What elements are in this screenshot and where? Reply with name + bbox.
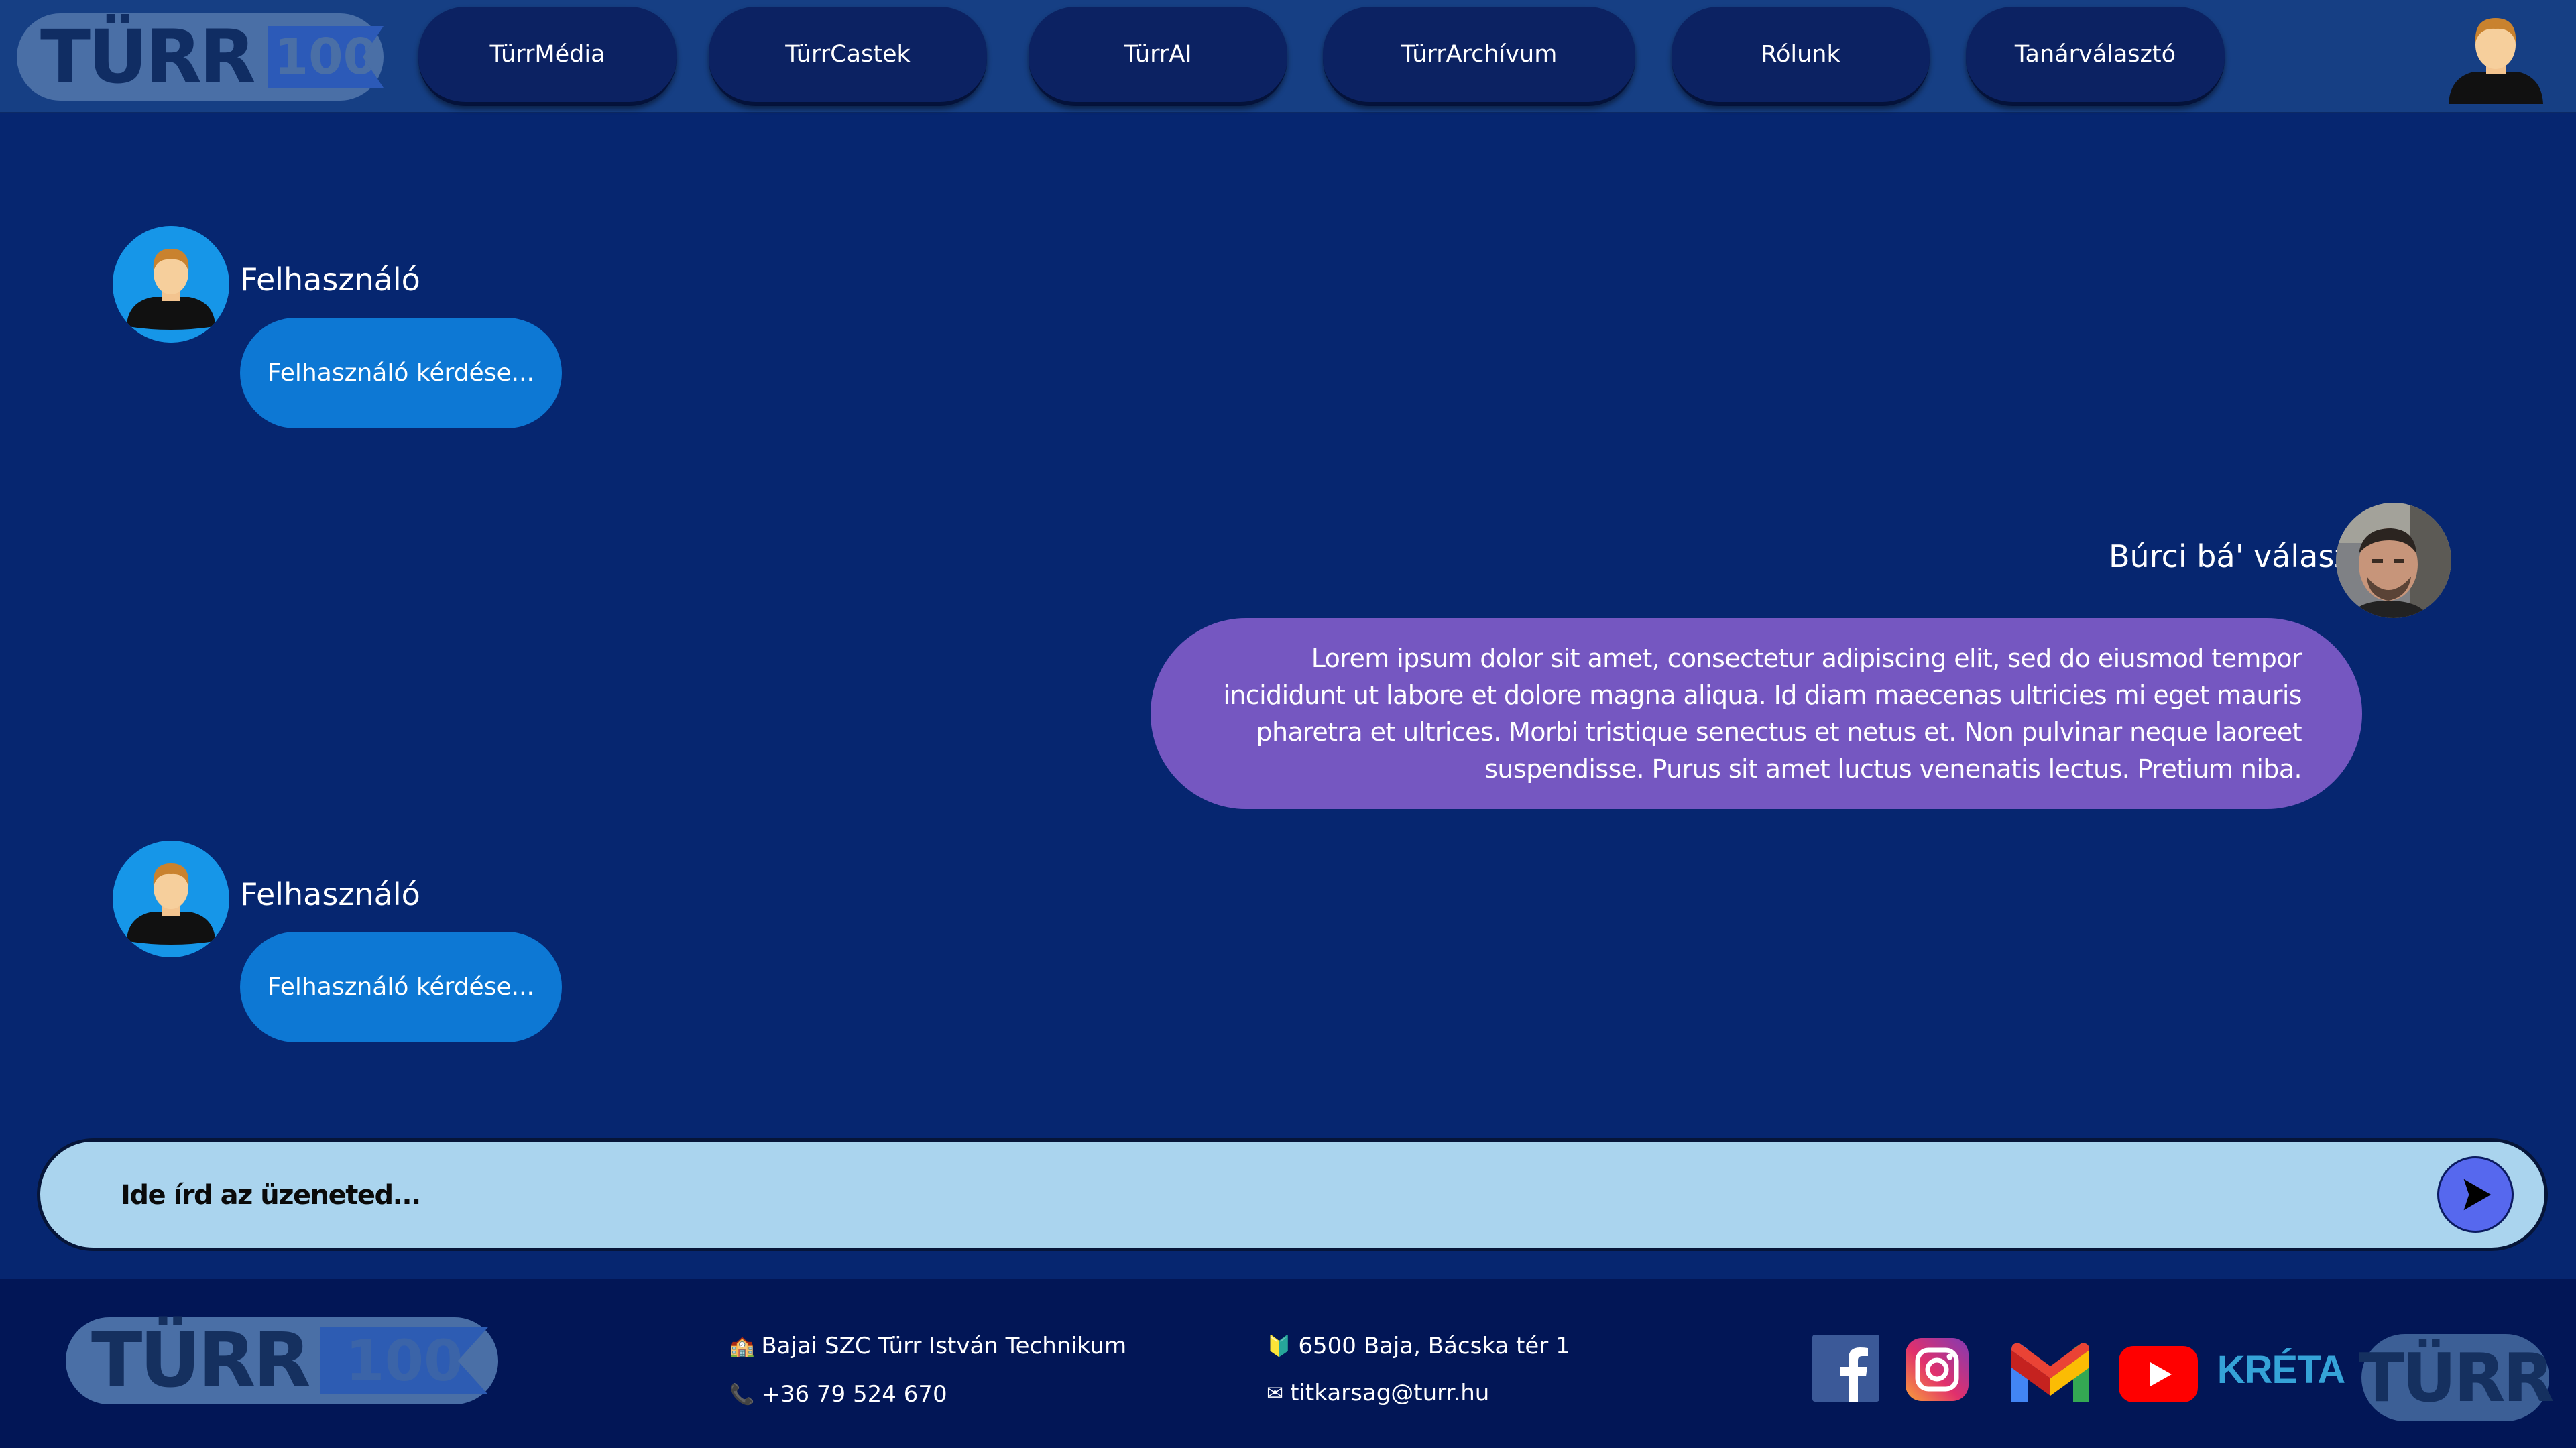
nav-turrarchivum-button[interactable]: TürrArchívum [1323, 7, 1635, 106]
bot-message-text: Lorem ipsum dolor sit amet, consectetur … [1223, 643, 2302, 784]
nav-tanarvalaszto-button[interactable]: Tanárválasztó [1966, 7, 2225, 106]
footer-small-logo-text: TÜRR [2359, 1338, 2554, 1417]
kreta-label: KRÉTA [2217, 1347, 2345, 1392]
school-name: Bajai SZC Türr István Technikum [761, 1333, 1127, 1360]
gmail-icon[interactable] [2007, 1338, 2093, 1405]
user-message-bubble: Felhasználó kérdése... [240, 318, 562, 428]
location-badge-icon: 🔰 [1267, 1334, 1292, 1358]
sender-name: Felhasználó [240, 261, 420, 298]
phone-icon: 📞 [729, 1382, 755, 1406]
user-avatar-icon[interactable] [2447, 10, 2544, 104]
footer-address: 🔰 6500 Baja, Bácska tér 1 [1267, 1333, 1570, 1360]
footer-logo-text: TÜRR [91, 1317, 311, 1404]
footer-email: ✉ titkarsag@turr.hu [1267, 1380, 1489, 1406]
user-avatar-icon [113, 841, 229, 957]
send-button[interactable] [2437, 1156, 2514, 1233]
logo-text: TÜRR [40, 14, 256, 100]
school-building-icon: 🏫 [729, 1334, 755, 1358]
footer-phone: 📞 +36 79 524 670 [729, 1381, 947, 1408]
turr-100-logo[interactable]: TÜRR 100 [17, 13, 384, 101]
envelope-icon: ✉ [1267, 1381, 1284, 1405]
bot-avatar-photo [2336, 503, 2451, 618]
instagram-icon[interactable] [1906, 1338, 1969, 1401]
bot-sender-name: Búrci bá' válasz [2109, 538, 2351, 575]
kreta-icon[interactable]: KRÉTA [2217, 1336, 2345, 1403]
footer-small-turr-logo[interactable]: TÜRR [2359, 1334, 2555, 1421]
sender-name: Felhasználó [240, 876, 420, 912]
nav-turrai-button[interactable]: TürrAI [1029, 7, 1287, 106]
message-input[interactable] [121, 1168, 2367, 1222]
phone-number[interactable]: +36 79 524 670 [761, 1381, 947, 1408]
footer-logo-badge-100: 100 [320, 1327, 488, 1394]
footer-school: 🏫 Bajai SZC Türr István Technikum [729, 1333, 1126, 1360]
facebook-icon[interactable] [1812, 1335, 1879, 1402]
nav-rolunk-button[interactable]: Rólunk [1672, 7, 1930, 106]
youtube-icon[interactable] [2119, 1346, 2198, 1402]
email-text[interactable]: titkarsag@turr.hu [1290, 1380, 1489, 1406]
footer: TÜRR 100 🏫 Bajai SZC Türr István Technik… [0, 1279, 2576, 1448]
top-navigation-bar: TÜRR 100 TürrMédia TürrCastek TürrAI Tür… [0, 0, 2576, 113]
footer-turr-100-logo[interactable]: TÜRR 100 [66, 1317, 498, 1404]
nav-turrcastek-button[interactable]: TürrCastek [709, 7, 987, 106]
user-message-bubble: Felhasználó kérdése... [240, 932, 562, 1042]
address-text: 6500 Baja, Bácska tér 1 [1298, 1333, 1570, 1360]
send-arrow-icon [2463, 1179, 2492, 1211]
message-input-bar [37, 1138, 2548, 1251]
nav-turrmedia-button[interactable]: TürrMédia [418, 7, 677, 106]
logo-badge-100: 100 [268, 26, 384, 88]
bot-message-bubble: Lorem ipsum dolor sit amet, consectetur … [1151, 618, 2362, 809]
user-avatar-icon [113, 226, 229, 343]
